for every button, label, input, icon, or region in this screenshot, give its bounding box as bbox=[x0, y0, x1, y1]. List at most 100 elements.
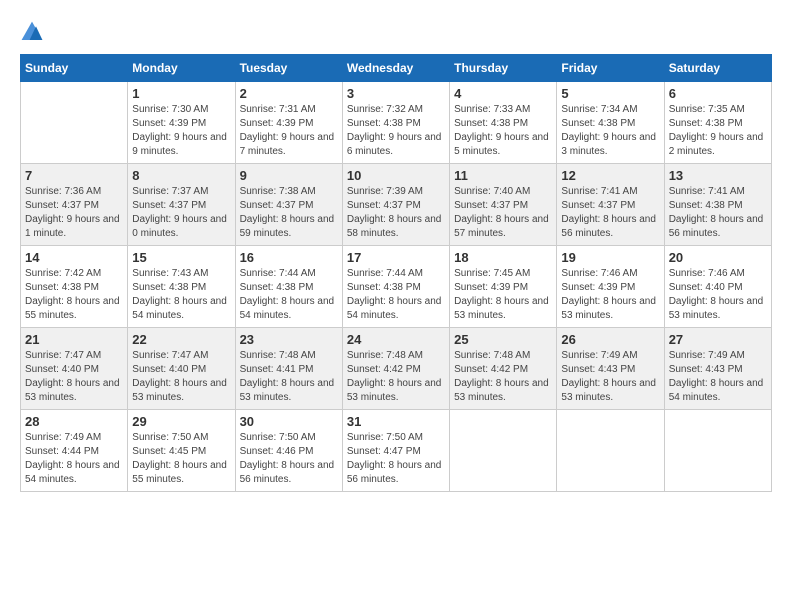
weekday-header-sunday: Sunday bbox=[21, 55, 128, 82]
calendar-cell: 1Sunrise: 7:30 AMSunset: 4:39 PMDaylight… bbox=[128, 82, 235, 164]
day-number: 27 bbox=[669, 332, 767, 347]
logo bbox=[20, 20, 48, 44]
calendar-cell: 9 Sunrise: 7:38 AMSunset: 4:37 PMDaylight… bbox=[235, 164, 342, 246]
calendar-cell: 16 Sunrise: 7:44 AMSunset: 4:38 PMDayligh… bbox=[235, 246, 342, 328]
calendar-cell: 27 Sunrise: 7:49 AMSunset: 4:43 PMDayligh… bbox=[664, 328, 771, 410]
calendar-cell: 26 Sunrise: 7:49 AMSunset: 4:43 PMDayligh… bbox=[557, 328, 664, 410]
logo-icon bbox=[20, 20, 44, 44]
day-number: 9 bbox=[240, 168, 338, 183]
day-info: Sunrise: 7:47 AMSunset: 4:40 PMDaylight:… bbox=[25, 349, 123, 405]
day-number: 28 bbox=[25, 414, 123, 429]
day-info: Sunrise: 7:41 AMSunset: 4:37 PMDaylight:… bbox=[561, 185, 659, 241]
day-number: 24 bbox=[347, 332, 445, 347]
calendar-cell bbox=[450, 410, 557, 492]
day-number: 25 bbox=[454, 332, 552, 347]
day-info: Sunrise: 7:32 AMSunset: 4:38 PMDaylight:… bbox=[347, 103, 445, 159]
day-number: 8 bbox=[132, 168, 230, 183]
day-number: 6 bbox=[669, 86, 767, 101]
day-info: Sunrise: 7:47 AMSunset: 4:40 PMDaylight:… bbox=[132, 349, 230, 405]
day-info: Sunrise: 7:44 AMSunset: 4:38 PMDaylight:… bbox=[240, 267, 338, 323]
day-number: 26 bbox=[561, 332, 659, 347]
calendar-cell: 6 Sunrise: 7:35 AMSunset: 4:38 PMDaylight… bbox=[664, 82, 771, 164]
day-info: Sunrise: 7:49 AMSunset: 4:43 PMDaylight:… bbox=[561, 349, 659, 405]
day-number: 10 bbox=[347, 168, 445, 183]
header bbox=[20, 20, 772, 44]
calendar-week-row: 28 Sunrise: 7:49 AMSunset: 4:44 PMDayligh… bbox=[21, 410, 772, 492]
day-info: Sunrise: 7:48 AMSunset: 4:42 PMDaylight:… bbox=[347, 349, 445, 405]
day-info: Sunrise: 7:36 AMSunset: 4:37 PMDaylight:… bbox=[25, 185, 123, 241]
day-info: Sunrise: 7:45 AMSunset: 4:39 PMDaylight:… bbox=[454, 267, 552, 323]
day-info: Sunrise: 7:49 AMSunset: 4:43 PMDaylight:… bbox=[669, 349, 767, 405]
calendar-cell: 31 Sunrise: 7:50 AMSunset: 4:47 PMDayligh… bbox=[342, 410, 449, 492]
day-info: Sunrise: 7:43 AMSunset: 4:38 PMDaylight:… bbox=[132, 267, 230, 323]
day-info: Sunrise: 7:48 AMSunset: 4:41 PMDaylight:… bbox=[240, 349, 338, 405]
calendar-cell: 4 Sunrise: 7:33 AMSunset: 4:38 PMDaylight… bbox=[450, 82, 557, 164]
calendar-cell: 15 Sunrise: 7:43 AMSunset: 4:38 PMDayligh… bbox=[128, 246, 235, 328]
day-info: Sunrise: 7:46 AMSunset: 4:40 PMDaylight:… bbox=[669, 267, 767, 323]
day-number: 17 bbox=[347, 250, 445, 265]
day-number: 30 bbox=[240, 414, 338, 429]
day-number: 19 bbox=[561, 250, 659, 265]
day-info: Sunrise: 7:49 AMSunset: 4:44 PMDaylight:… bbox=[25, 431, 123, 487]
day-number: 3 bbox=[347, 86, 445, 101]
calendar-week-row: 7 Sunrise: 7:36 AMSunset: 4:37 PMDaylight… bbox=[21, 164, 772, 246]
calendar-cell: 29 Sunrise: 7:50 AMSunset: 4:45 PMDayligh… bbox=[128, 410, 235, 492]
calendar-cell: 5 Sunrise: 7:34 AMSunset: 4:38 PMDaylight… bbox=[557, 82, 664, 164]
day-info: Sunrise: 7:34 AMSunset: 4:38 PMDaylight:… bbox=[561, 103, 659, 159]
day-info: Sunrise: 7:50 AMSunset: 4:45 PMDaylight:… bbox=[132, 431, 230, 487]
calendar-cell: 20 Sunrise: 7:46 AMSunset: 4:40 PMDayligh… bbox=[664, 246, 771, 328]
calendar-cell: 7 Sunrise: 7:36 AMSunset: 4:37 PMDaylight… bbox=[21, 164, 128, 246]
weekday-header-saturday: Saturday bbox=[664, 55, 771, 82]
weekday-header-monday: Monday bbox=[128, 55, 235, 82]
day-number: 20 bbox=[669, 250, 767, 265]
day-number: 13 bbox=[669, 168, 767, 183]
weekday-header-tuesday: Tuesday bbox=[235, 55, 342, 82]
day-number: 16 bbox=[240, 250, 338, 265]
day-number: 29 bbox=[132, 414, 230, 429]
day-number: 2 bbox=[240, 86, 338, 101]
day-info: Sunrise: 7:44 AMSunset: 4:38 PMDaylight:… bbox=[347, 267, 445, 323]
day-info: Sunrise: 7:30 AMSunset: 4:39 PMDaylight:… bbox=[132, 103, 230, 159]
calendar-cell bbox=[21, 82, 128, 164]
day-number: 21 bbox=[25, 332, 123, 347]
day-info: Sunrise: 7:41 AMSunset: 4:38 PMDaylight:… bbox=[669, 185, 767, 241]
day-number: 31 bbox=[347, 414, 445, 429]
calendar-cell: 23 Sunrise: 7:48 AMSunset: 4:41 PMDayligh… bbox=[235, 328, 342, 410]
calendar-cell: 24 Sunrise: 7:48 AMSunset: 4:42 PMDayligh… bbox=[342, 328, 449, 410]
day-info: Sunrise: 7:38 AMSunset: 4:37 PMDaylight:… bbox=[240, 185, 338, 241]
calendar-header-row: SundayMondayTuesdayWednesdayThursdayFrid… bbox=[21, 55, 772, 82]
day-number: 14 bbox=[25, 250, 123, 265]
calendar-cell: 25 Sunrise: 7:48 AMSunset: 4:42 PMDayligh… bbox=[450, 328, 557, 410]
calendar-week-row: 21 Sunrise: 7:47 AMSunset: 4:40 PMDayligh… bbox=[21, 328, 772, 410]
day-number: 15 bbox=[132, 250, 230, 265]
calendar-cell: 22 Sunrise: 7:47 AMSunset: 4:40 PMDayligh… bbox=[128, 328, 235, 410]
day-number: 5 bbox=[561, 86, 659, 101]
day-number: 4 bbox=[454, 86, 552, 101]
day-info: Sunrise: 7:50 AMSunset: 4:47 PMDaylight:… bbox=[347, 431, 445, 487]
day-info: Sunrise: 7:35 AMSunset: 4:38 PMDaylight:… bbox=[669, 103, 767, 159]
day-info: Sunrise: 7:33 AMSunset: 4:38 PMDaylight:… bbox=[454, 103, 552, 159]
calendar-cell: 8 Sunrise: 7:37 AMSunset: 4:37 PMDaylight… bbox=[128, 164, 235, 246]
calendar-cell: 11Sunrise: 7:40 AMSunset: 4:37 PMDayligh… bbox=[450, 164, 557, 246]
weekday-header-wednesday: Wednesday bbox=[342, 55, 449, 82]
calendar-cell bbox=[557, 410, 664, 492]
calendar-cell bbox=[664, 410, 771, 492]
weekday-header-thursday: Thursday bbox=[450, 55, 557, 82]
day-number: 18 bbox=[454, 250, 552, 265]
calendar-cell: 28 Sunrise: 7:49 AMSunset: 4:44 PMDayligh… bbox=[21, 410, 128, 492]
calendar-week-row: 14 Sunrise: 7:42 AMSunset: 4:38 PMDayligh… bbox=[21, 246, 772, 328]
day-number: 7 bbox=[25, 168, 123, 183]
day-info: Sunrise: 7:50 AMSunset: 4:46 PMDaylight:… bbox=[240, 431, 338, 487]
day-info: Sunrise: 7:39 AMSunset: 4:37 PMDaylight:… bbox=[347, 185, 445, 241]
calendar-cell: 18 Sunrise: 7:45 AMSunset: 4:39 PMDayligh… bbox=[450, 246, 557, 328]
day-number: 12 bbox=[561, 168, 659, 183]
day-info: Sunrise: 7:42 AMSunset: 4:38 PMDaylight:… bbox=[25, 267, 123, 323]
day-number: 22 bbox=[132, 332, 230, 347]
calendar-cell: 12 Sunrise: 7:41 AMSunset: 4:37 PMDayligh… bbox=[557, 164, 664, 246]
day-number: 23 bbox=[240, 332, 338, 347]
day-info: Sunrise: 7:48 AMSunset: 4:42 PMDaylight:… bbox=[454, 349, 552, 405]
day-info: Sunrise: 7:37 AMSunset: 4:37 PMDaylight:… bbox=[132, 185, 230, 241]
calendar-cell: 3 Sunrise: 7:32 AMSunset: 4:38 PMDaylight… bbox=[342, 82, 449, 164]
day-number: 11 bbox=[454, 168, 552, 183]
calendar-cell: 13 Sunrise: 7:41 AMSunset: 4:38 PMDayligh… bbox=[664, 164, 771, 246]
